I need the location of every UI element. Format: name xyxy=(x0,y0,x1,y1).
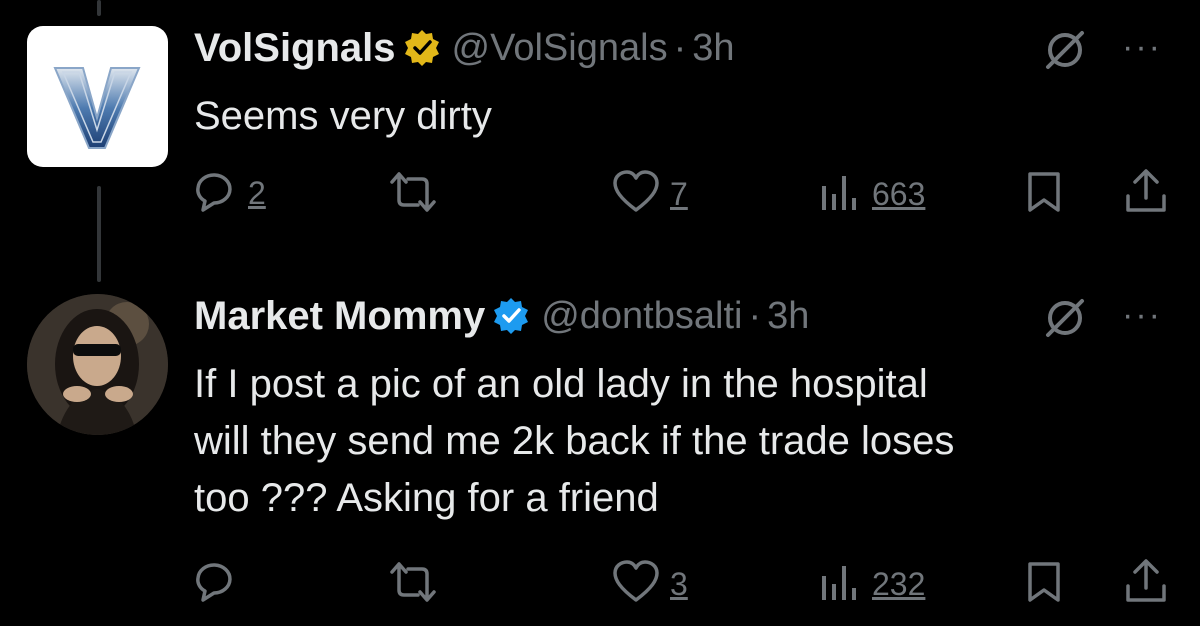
tweet-text-line: too ??? Asking for a friend xyxy=(194,476,659,520)
reply-count: 2 xyxy=(248,175,266,211)
avatar-volsignals[interactable] xyxy=(27,26,168,167)
handle[interactable]: @dontbsalti xyxy=(541,295,742,338)
separator-dot: · xyxy=(673,26,687,69)
views-count: 663 xyxy=(872,176,926,212)
reply-icon xyxy=(192,558,238,609)
volsignals-logo xyxy=(53,67,141,149)
tweet-text: Seems very dirty xyxy=(194,94,492,138)
share-icon xyxy=(1124,168,1168,219)
tweet-header: VolSignals @VolSignals · 3h xyxy=(194,22,735,74)
like-icon xyxy=(612,560,660,609)
tweet-text-line: If I post a pic of an old lady in the ho… xyxy=(194,362,928,406)
bookmark-icon xyxy=(1026,170,1062,219)
grok-icon[interactable] xyxy=(1040,293,1090,348)
share-icon xyxy=(1124,558,1168,609)
share-button[interactable] xyxy=(1124,168,1168,219)
retweet-button[interactable] xyxy=(388,170,438,219)
display-name[interactable]: VolSignals xyxy=(194,26,396,71)
grok-icon[interactable] xyxy=(1040,25,1090,80)
views-icon xyxy=(818,562,862,607)
tweet-volsignals[interactable]: VolSignals @VolSignals · 3h ··· Seems ve… xyxy=(0,0,1200,260)
bookmark-button[interactable] xyxy=(1026,560,1062,609)
views-icon xyxy=(818,172,862,217)
like-count: 7 xyxy=(670,176,688,212)
like-button[interactable]: 3 xyxy=(612,560,688,609)
timestamp[interactable]: 3h xyxy=(692,27,734,70)
views-button[interactable]: 232 xyxy=(818,562,925,607)
profile-photo xyxy=(27,294,168,435)
bookmark-icon xyxy=(1026,560,1062,609)
timestamp[interactable]: 3h xyxy=(767,295,809,338)
like-icon xyxy=(612,170,660,219)
more-icon[interactable]: ··· xyxy=(1122,296,1162,335)
reply-button[interactable]: 2 xyxy=(192,168,266,219)
separator-dot: · xyxy=(748,294,762,337)
verified-badge-icon xyxy=(402,28,442,68)
views-count: 232 xyxy=(872,566,926,602)
tweet-text: If I post a pic of an old lady in the ho… xyxy=(194,356,1154,527)
retweet-icon xyxy=(388,560,438,609)
display-name[interactable]: Market Mommy xyxy=(194,294,485,339)
tweet-header: Market Mommy @dontbsalti · 3h xyxy=(194,290,809,342)
views-button[interactable]: 663 xyxy=(818,172,925,217)
retweet-button[interactable] xyxy=(388,560,438,609)
tweet-market-mommy[interactable]: Market Mommy @dontbsalti · 3h ··· If I p… xyxy=(0,280,1200,626)
retweet-icon xyxy=(388,170,438,219)
avatar-market-mommy[interactable] xyxy=(27,294,168,435)
reply-icon xyxy=(192,168,238,219)
share-button[interactable] xyxy=(1124,558,1168,609)
like-button[interactable]: 7 xyxy=(612,170,688,219)
handle[interactable]: @VolSignals xyxy=(452,27,668,70)
tweet-text-line: will they send me 2k back if the trade l… xyxy=(194,419,955,463)
reply-button[interactable] xyxy=(192,558,238,609)
like-count: 3 xyxy=(670,566,688,602)
bookmark-button[interactable] xyxy=(1026,170,1062,219)
verified-badge-icon xyxy=(491,296,531,336)
more-icon[interactable]: ··· xyxy=(1122,28,1162,67)
